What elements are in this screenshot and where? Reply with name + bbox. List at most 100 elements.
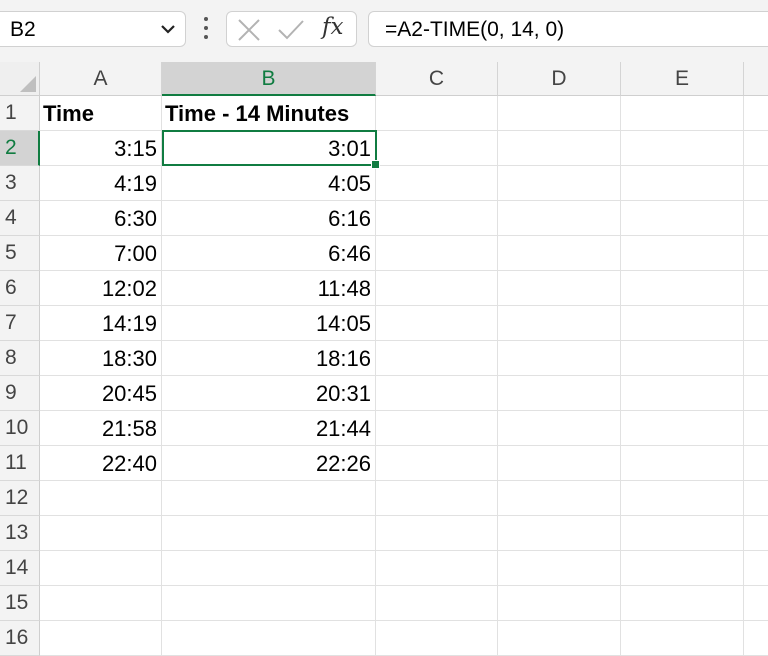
cell-b5[interactable]: 6:46 xyxy=(162,236,376,271)
cell-e6[interactable] xyxy=(621,271,744,306)
cell-c9[interactable] xyxy=(376,376,498,411)
cell-c5[interactable] xyxy=(376,236,498,271)
cell-c13[interactable] xyxy=(376,516,498,551)
cell-e11[interactable] xyxy=(621,446,744,481)
row-header-5[interactable]: 5 xyxy=(0,236,40,271)
cell-f6[interactable] xyxy=(744,271,768,306)
cell-b7[interactable]: 14:05 xyxy=(162,306,376,341)
cell-b3[interactable]: 4:05 xyxy=(162,166,376,201)
row-header-7[interactable]: 7 xyxy=(0,306,40,341)
cell-f2[interactable] xyxy=(744,131,768,166)
cell-b12[interactable] xyxy=(162,481,376,516)
cell-d6[interactable] xyxy=(498,271,621,306)
chevron-down-icon[interactable] xyxy=(161,24,175,34)
cell-a13[interactable] xyxy=(40,516,162,551)
cell-e15[interactable] xyxy=(621,586,744,621)
cell-a14[interactable] xyxy=(40,551,162,586)
cell-b13[interactable] xyxy=(162,516,376,551)
cell-f10[interactable] xyxy=(744,411,768,446)
cell-a4[interactable]: 6:30 xyxy=(40,201,162,236)
cell-f11[interactable] xyxy=(744,446,768,481)
insert-function-icon[interactable]: fx xyxy=(322,14,343,40)
cell-e12[interactable] xyxy=(621,481,744,516)
more-options-icon[interactable] xyxy=(199,17,213,43)
cell-a16[interactable] xyxy=(40,621,162,656)
cell-f12[interactable] xyxy=(744,481,768,516)
cell-a10[interactable]: 21:58 xyxy=(40,411,162,446)
select-all-button[interactable] xyxy=(0,62,40,96)
cell-e2[interactable] xyxy=(621,131,744,166)
cell-b14[interactable] xyxy=(162,551,376,586)
name-box[interactable]: B2 xyxy=(0,11,186,47)
cell-b8[interactable]: 18:16 xyxy=(162,341,376,376)
cell-f13[interactable] xyxy=(744,516,768,551)
cell-a9[interactable]: 20:45 xyxy=(40,376,162,411)
row-header-13[interactable]: 13 xyxy=(0,516,40,551)
cell-a12[interactable] xyxy=(40,481,162,516)
column-header-d[interactable]: D xyxy=(498,62,621,96)
cell-e4[interactable] xyxy=(621,201,744,236)
cell-a1[interactable]: Time xyxy=(40,96,162,131)
cell-e8[interactable] xyxy=(621,341,744,376)
cell-b15[interactable] xyxy=(162,586,376,621)
formula-input[interactable]: =A2-TIME(0, 14, 0) xyxy=(368,11,768,47)
cell-c4[interactable] xyxy=(376,201,498,236)
cell-f3[interactable] xyxy=(744,166,768,201)
cell-d14[interactable] xyxy=(498,551,621,586)
column-header-e[interactable]: E xyxy=(621,62,744,96)
cell-b6[interactable]: 11:48 xyxy=(162,271,376,306)
cell-b9[interactable]: 20:31 xyxy=(162,376,376,411)
column-header-a[interactable]: A xyxy=(40,62,162,96)
row-header-12[interactable]: 12 xyxy=(0,481,40,516)
cell-c7[interactable] xyxy=(376,306,498,341)
cell-a3[interactable]: 4:19 xyxy=(40,166,162,201)
cell-c15[interactable] xyxy=(376,586,498,621)
cell-d12[interactable] xyxy=(498,481,621,516)
cell-f7[interactable] xyxy=(744,306,768,341)
cell-a8[interactable]: 18:30 xyxy=(40,341,162,376)
cell-d5[interactable] xyxy=(498,236,621,271)
cell-e1[interactable] xyxy=(621,96,744,131)
cell-c16[interactable] xyxy=(376,621,498,656)
row-header-4[interactable]: 4 xyxy=(0,201,40,236)
cell-a11[interactable]: 22:40 xyxy=(40,446,162,481)
row-header-11[interactable]: 11 xyxy=(0,446,40,481)
enter-checkmark-icon[interactable] xyxy=(277,18,305,42)
cell-b1[interactable]: Time - 14 Minutes xyxy=(162,96,376,131)
row-header-2[interactable]: 2 xyxy=(0,131,40,166)
cell-c10[interactable] xyxy=(376,411,498,446)
cell-d13[interactable] xyxy=(498,516,621,551)
row-header-1[interactable]: 1 xyxy=(0,96,40,131)
column-header-b[interactable]: B xyxy=(162,62,376,96)
cell-d11[interactable] xyxy=(498,446,621,481)
cell-e14[interactable] xyxy=(621,551,744,586)
cell-b10[interactable]: 21:44 xyxy=(162,411,376,446)
cell-d15[interactable] xyxy=(498,586,621,621)
cancel-icon[interactable] xyxy=(237,18,261,42)
cell-b11[interactable]: 22:26 xyxy=(162,446,376,481)
cell-d7[interactable] xyxy=(498,306,621,341)
row-header-6[interactable]: 6 xyxy=(0,271,40,306)
cell-b2[interactable]: 3:01 xyxy=(162,131,376,166)
cell-a6[interactable]: 12:02 xyxy=(40,271,162,306)
cell-c12[interactable] xyxy=(376,481,498,516)
cell-e7[interactable] xyxy=(621,306,744,341)
cell-a15[interactable] xyxy=(40,586,162,621)
row-header-9[interactable]: 9 xyxy=(0,376,40,411)
row-header-8[interactable]: 8 xyxy=(0,341,40,376)
cell-a5[interactable]: 7:00 xyxy=(40,236,162,271)
cell-c14[interactable] xyxy=(376,551,498,586)
row-header-10[interactable]: 10 xyxy=(0,411,40,446)
cell-d9[interactable] xyxy=(498,376,621,411)
row-header-3[interactable]: 3 xyxy=(0,166,40,201)
cell-e10[interactable] xyxy=(621,411,744,446)
cell-d3[interactable] xyxy=(498,166,621,201)
cell-d2[interactable] xyxy=(498,131,621,166)
cell-e5[interactable] xyxy=(621,236,744,271)
cell-f9[interactable] xyxy=(744,376,768,411)
cell-e16[interactable] xyxy=(621,621,744,656)
row-header-16[interactable]: 16 xyxy=(0,621,40,656)
cell-c11[interactable] xyxy=(376,446,498,481)
cell-c8[interactable] xyxy=(376,341,498,376)
cell-f14[interactable] xyxy=(744,551,768,586)
